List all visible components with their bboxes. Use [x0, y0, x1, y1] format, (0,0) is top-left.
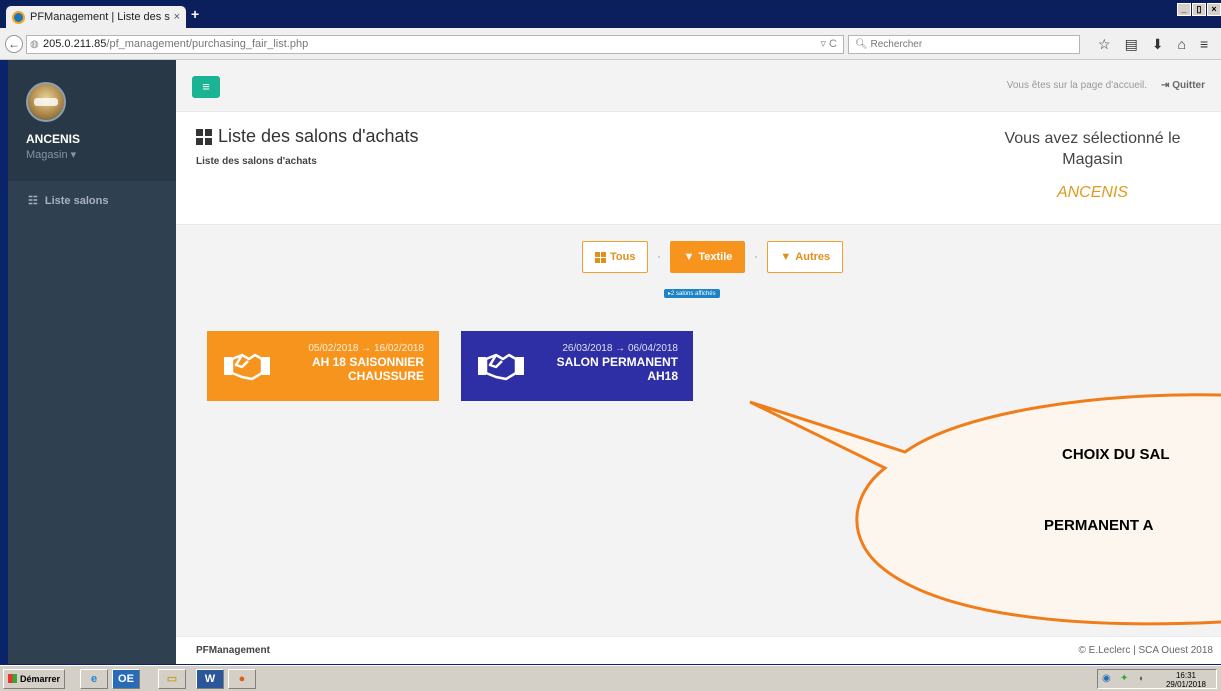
tab-title: PFManagement | Liste des sal...	[30, 11, 170, 23]
clock: 16:31 29/01/2018	[1166, 671, 1206, 689]
browser-toolbar-icons: ☆ ▤ ⬇ ⌂ ≡	[1098, 36, 1208, 53]
sidebar-item-liste-salons[interactable]: ☷ Liste salons	[8, 181, 176, 208]
browser-tab[interactable]: PFManagement | Liste des sal... ×	[6, 6, 186, 28]
close-window-button[interactable]: ×	[1207, 3, 1221, 16]
filter-all-label: Tous	[610, 251, 636, 263]
funnel-icon: ▼	[683, 251, 695, 263]
selected-store-name: ANCENIS	[1056, 184, 1129, 201]
filter-textile-button[interactable]: ▼ Textile	[670, 241, 746, 273]
fair-dates: 26/03/2018 → 06/04/2018	[562, 343, 678, 354]
windows-flag-icon	[8, 674, 17, 683]
footer: PFManagement © E.Leclerc | SCA Ouest 201…	[176, 636, 1221, 664]
fair-name-line1: SALON PERMANENT	[556, 355, 678, 369]
new-tab-button[interactable]: +	[191, 6, 199, 22]
network-icon[interactable]: ◉	[1102, 674, 1111, 684]
site-info-icon[interactable]: ◍	[30, 36, 39, 53]
profile-role-dropdown[interactable]: Magasin ▾	[26, 148, 176, 161]
fair-card-info: 26/03/2018 → 06/04/2018 SALON PERMANENT …	[557, 343, 678, 382]
window-controls: _ ▯ ×	[1177, 3, 1221, 16]
content-area: Tous ▼ Textile ▼ Autres ▸2 salons affich…	[176, 226, 1221, 636]
web-app: ANCENIS Magasin ▾ ☷ Liste salons ≡ Vous …	[8, 60, 1221, 664]
minimize-button[interactable]: _	[1177, 3, 1191, 16]
page-header: Liste des salons d'achats Liste des salo…	[176, 112, 1221, 225]
bookmarks-list-icon[interactable]: ▤	[1125, 36, 1138, 53]
top-bar: ≡ Vous êtes sur la page d'accueil. ⇥ Qui…	[176, 60, 1221, 112]
volume-icon[interactable]: ◖	[1138, 674, 1143, 683]
sidebar-item-label: Liste salons	[44, 194, 109, 207]
filter-textile-label: Textile	[698, 251, 733, 263]
word-icon[interactable]: W	[196, 669, 224, 689]
search-input[interactable]: 🔍︎ Rechercher	[848, 35, 1080, 54]
reload-icon[interactable]: ▿ C	[820, 36, 837, 53]
quit-label: Quitter	[1172, 80, 1205, 91]
start-button[interactable]: Démarrer	[3, 669, 65, 689]
avatar	[26, 82, 66, 122]
hamburger-menu-icon[interactable]: ≡	[1200, 36, 1208, 53]
search-placeholder: Rechercher	[870, 39, 923, 50]
quit-link[interactable]: ⇥ Quitter	[1161, 80, 1205, 91]
selected-line1: Vous avez sélectionné le	[1004, 130, 1181, 147]
page-title-text: Liste des salons d'achats	[218, 126, 419, 146]
main-area: ≡ Vous êtes sur la page d'accueil. ⇥ Qui…	[176, 60, 1221, 664]
url-host: 205.0.211.85	[43, 38, 107, 50]
tray-app-icon[interactable]: ✦	[1120, 674, 1128, 684]
handshake-icon	[224, 353, 270, 381]
selected-store-panel: Vous avez sélectionné le Magasin ANCENIS	[980, 128, 1205, 203]
fair-name-line2: CHAUSSURE	[347, 369, 424, 383]
fair-count-badge: ▸2 salons affichés	[664, 289, 720, 298]
ie-icon[interactable]: e	[80, 669, 108, 689]
filter-others-button[interactable]: ▼ Autres	[767, 241, 844, 273]
welcome-text: Vous êtes sur la page d'accueil.	[1006, 80, 1148, 91]
fair-card-salon-permanent[interactable]: 26/03/2018 → 06/04/2018 SALON PERMANENT …	[461, 331, 693, 401]
windows-taskbar: Démarrer e OE ▭ W ● ◉ ✦ ◖ 16:31 29/01/20…	[0, 665, 1221, 691]
grid-icon	[196, 128, 212, 145]
browser-tab-strip: PFManagement | Liste des sal... × + _ ▯ …	[0, 0, 1221, 28]
start-label: Démarrer	[20, 674, 61, 684]
search-icon: 🔍︎	[855, 39, 868, 50]
back-arrow-icon[interactable]: ←	[5, 35, 23, 53]
callout-line1: CHOIX DU SAL	[1062, 446, 1170, 463]
download-icon[interactable]: ⬇	[1152, 36, 1164, 53]
filter-buttons: Tous ▼ Textile ▼ Autres	[582, 241, 844, 273]
site-favicon-icon	[12, 10, 25, 24]
grid-icon	[595, 251, 606, 263]
address-bar[interactable]: ◍ 205.0.211.85/pf_management/purchasing_…	[26, 35, 844, 54]
funnel-icon: ▼	[780, 251, 792, 263]
handshake-icon	[478, 353, 524, 381]
browser-navbar: ← ◍ 205.0.211.85/pf_management/purchasin…	[0, 28, 1221, 60]
filter-separator	[658, 256, 661, 258]
filter-all-button[interactable]: Tous	[582, 241, 649, 273]
clock-time: 16:31	[1175, 671, 1196, 680]
fair-card-info: 05/02/2018 → 16/02/2018 AH 18 SAISONNIER…	[308, 343, 424, 382]
outlook-express-icon[interactable]: OE	[112, 669, 140, 689]
fair-card-ah18-saisonnier[interactable]: 05/02/2018 → 16/02/2018 AH 18 SAISONNIER…	[207, 331, 439, 401]
top-right-links: Vous êtes sur la page d'accueil. ⇥ Quitt…	[1007, 80, 1205, 91]
footer-copyright: © E.Leclerc | SCA Ouest 2018	[1078, 645, 1213, 656]
selected-line2: Magasin	[1062, 151, 1123, 168]
breadcrumb: Liste des salons d'achats	[196, 156, 317, 167]
filter-separator	[755, 256, 758, 258]
home-icon[interactable]: ⌂	[1178, 36, 1186, 53]
sidebar-profile: ANCENIS Magasin ▾	[8, 60, 176, 181]
footer-app-name: PFManagement	[196, 645, 270, 656]
fair-dates: 05/02/2018 → 16/02/2018	[308, 343, 424, 354]
logout-icon: ⇥	[1161, 80, 1173, 91]
callout-line2: PERMANENT A	[1044, 517, 1154, 534]
system-tray: ◉ ✦ ◖ 16:31 29/01/2018	[1097, 669, 1217, 689]
clock-date: 29/01/2018	[1165, 680, 1206, 689]
url-path: /pf_management/purchasing_fair_list.php	[106, 38, 309, 50]
close-tab-icon[interactable]: ×	[174, 11, 180, 23]
page-title: Liste des salons d'achats	[196, 126, 419, 147]
list-icon: ☷	[28, 195, 38, 207]
bookmark-star-icon[interactable]: ☆	[1098, 36, 1111, 53]
profile-name: ANCENIS	[26, 132, 81, 146]
sidebar: ANCENIS Magasin ▾ ☷ Liste salons	[8, 60, 176, 664]
fair-name-line1: AH 18 SAISONNIER	[311, 355, 424, 369]
maximize-button[interactable]: ▯	[1192, 3, 1206, 16]
toggle-menu-button[interactable]: ≡	[192, 76, 220, 98]
filter-others-label: Autres	[795, 251, 831, 263]
firefox-icon[interactable]: ●	[228, 669, 256, 689]
folder-icon[interactable]: ▭	[158, 669, 186, 689]
fair-name-line2: AH18	[647, 369, 678, 383]
